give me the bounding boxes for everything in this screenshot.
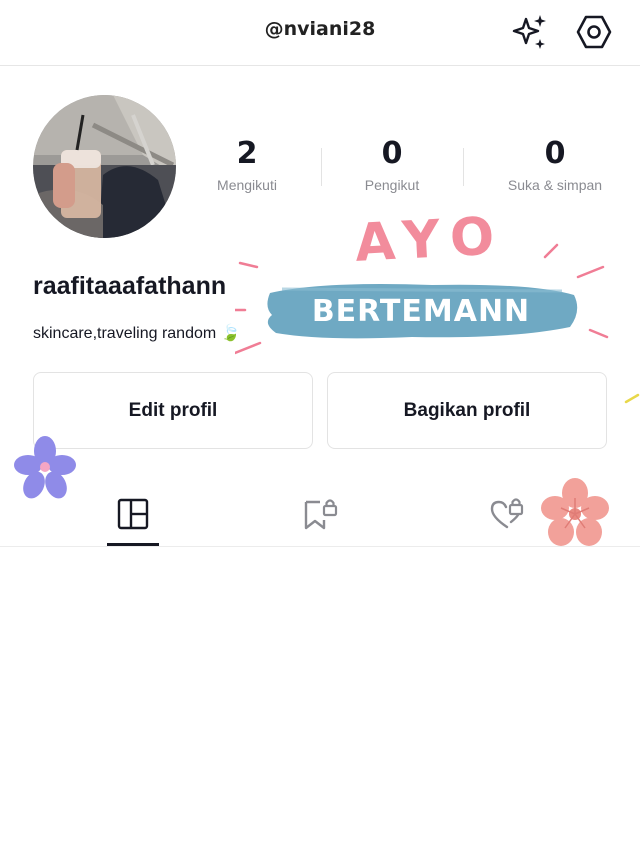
sparkle-icon <box>512 15 546 49</box>
stat-likes[interactable]: 0 Suka & simpan <box>495 133 615 193</box>
followers-label: Pengikut <box>364 177 420 193</box>
top-bar: @nviani28 <box>0 0 640 66</box>
avatar-photo <box>33 95 176 238</box>
likes-label: Suka & simpan <box>507 177 603 193</box>
following-count: 2 <box>236 136 258 171</box>
bookmark-lock-icon <box>304 498 338 529</box>
settings-hexagon-icon <box>576 15 612 49</box>
tab-saved[interactable] <box>280 480 360 547</box>
settings-button[interactable] <box>574 12 614 52</box>
share-profile-button[interactable]: Bagikan profil <box>327 372 607 449</box>
likes-count: 0 <box>544 136 566 171</box>
avatar[interactable] <box>33 95 176 238</box>
active-tab-indicator <box>107 543 159 546</box>
following-label: Mengikuti <box>217 177 277 193</box>
sparkle-button[interactable] <box>510 12 550 52</box>
heart-lock-icon <box>490 497 524 528</box>
profile-tabs <box>0 480 640 547</box>
tab-liked[interactable] <box>467 480 547 547</box>
stat-followers[interactable]: 0 Pengikut <box>342 133 442 193</box>
followers-count: 0 <box>381 136 403 171</box>
stat-divider <box>463 148 464 186</box>
stat-following[interactable]: 2 Mengikuti <box>197 133 297 193</box>
grid-icon <box>117 498 149 529</box>
username: raafitaaafathann <box>33 272 227 300</box>
yellow-stroke-sticker <box>624 393 640 404</box>
tab-posts[interactable] <box>93 480 173 547</box>
stat-divider <box>321 148 322 186</box>
bio: skincare,traveling random 🍃 <box>33 325 241 342</box>
sticker-banner-text: BERTEMANN <box>311 294 531 329</box>
